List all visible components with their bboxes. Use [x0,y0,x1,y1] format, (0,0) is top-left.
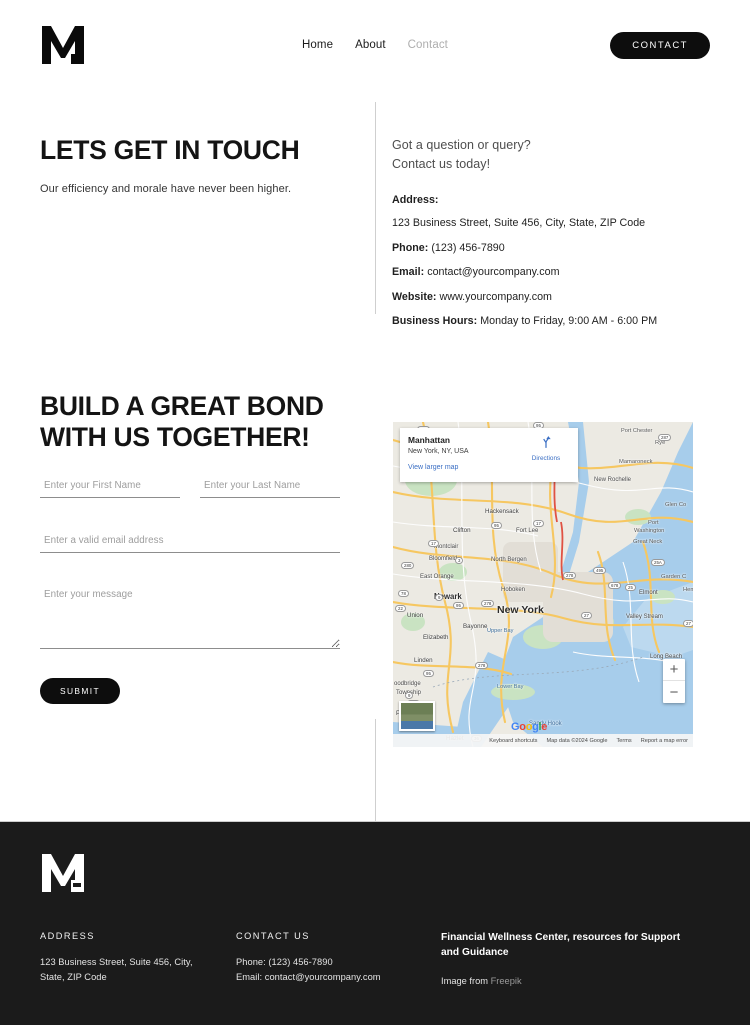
phone-label: Phone: [392,241,429,254]
hours-row: Business Hours: Monday to Friday, 9:00 A… [392,314,692,330]
page-root: Home About Contact CONTACT LETS GET IN T… [0,0,750,1025]
map-terms-link[interactable]: Terms [617,738,632,744]
last-name-field [200,475,340,498]
map-zoom-controls: + − [663,659,685,703]
map-data-credit: Map data ©2024 Google [546,737,608,744]
contact-info-block: Got a question or query? Contact us toda… [392,134,692,339]
map-report-error-link[interactable]: Report a map error [641,738,688,744]
contact-form: SUBMIT [40,475,340,704]
map-directions-label: Directions [531,455,561,462]
website-value[interactable]: www.yourcompany.com [440,291,552,303]
map-zoom-out-button[interactable]: − [663,681,685,703]
header-contact-button[interactable]: CONTACT [610,32,710,59]
directions-arrow-icon [543,436,551,448]
message-field [40,580,340,654]
google-letter-e: e [541,721,548,733]
contact-lead-line2: Contact us today! [392,157,491,172]
footer-columns: ADDRESS 123 Business Street, Suite 456, … [40,931,710,986]
map-directions-button[interactable]: Directions [523,435,569,462]
footer-tagline: Financial Wellness Center, resources for… [441,932,681,958]
email-field [40,530,340,553]
footer-address-heading: ADDRESS [40,931,95,941]
email-value[interactable]: contact@yourcompany.com [427,266,559,278]
contact-details-list: Address: 123 Business Street, Suite 456,… [392,193,692,330]
contact-lead-line1: Got a question or query? [392,138,531,152]
form-heading-line1: BUILD A GREAT BOND [40,390,324,421]
map-view-larger-link[interactable]: View larger map [408,464,570,471]
logo-m-icon [42,26,84,64]
primary-nav: Home About Contact [302,39,448,51]
hero-text-block: LETS GET IN TOUCH Our efficiency and mor… [40,134,370,339]
footer-address-column: ADDRESS 123 Business Street, Suite 456, … [40,931,236,986]
footer-credit-link[interactable]: Freepik [491,976,522,986]
last-name-input[interactable] [200,479,340,498]
nav-item-contact[interactable]: Contact [408,39,448,51]
contact-lead: Got a question or query? Contact us toda… [392,136,692,175]
phone-row: Phone: (123) 456-7890 [392,241,692,257]
footer-contact-heading: CONTACT US [236,931,310,941]
map-keyboard-shortcuts-link[interactable]: Keyboard shortcuts [489,738,537,744]
message-textarea[interactable] [40,580,340,649]
footer-tagline-column: Financial Wellness Center, resources for… [441,931,701,986]
first-name-field [40,475,180,498]
address-value-row: 123 Business Street, Suite 456, City, St… [392,216,692,232]
footer-contact-column: CONTACT US Phone: (123) 456-7890 Email: … [236,931,441,986]
phone-value[interactable]: (123) 456-7890 [431,242,504,254]
website-label: Website: [392,290,437,303]
hero-section: LETS GET IN TOUCH Our efficiency and mor… [0,90,750,339]
map-zoom-in-button[interactable]: + [663,659,685,681]
footer-address-line2: State, ZIP Code [40,971,107,982]
first-name-input[interactable] [40,479,180,498]
form-heading-line2: WITH US TOGETHER! [40,421,310,452]
footer-phone[interactable]: Phone: (123) 456-7890 [236,955,441,970]
nav-item-about[interactable]: About [355,39,386,51]
logo-header[interactable] [40,24,86,66]
name-row [40,475,340,498]
website-row: Website: www.yourcompany.com [392,290,692,306]
footer-address-text: 123 Business Street, Suite 456, City, St… [40,955,236,985]
address-value: 123 Business Street, Suite 456, City, St… [392,217,646,230]
form-block: BUILD A GREAT BOND WITH US TOGETHER! Ent… [40,391,370,704]
footer-address-line1: 123 Business Street, Suite 456, City, [40,957,193,967]
site-header: Home About Contact CONTACT [0,0,750,90]
address-label: Address: [392,193,439,206]
email-label: Email: [392,266,425,279]
submit-button[interactable]: SUBMIT [40,677,121,704]
email-row: Email: contact@yourcompany.com [392,265,692,281]
google-logo: Google [511,721,547,733]
page-title: LETS GET IN TOUCH [40,135,300,165]
logo-footer[interactable] [40,854,86,898]
vertical-divider-top [375,102,376,314]
email-input[interactable] [40,534,340,553]
address-label-row: Address: [392,193,692,209]
footer-credit-prefix: Image from [441,975,491,986]
logo-m-icon-footer [42,854,84,892]
hours-label: Business Hours: [392,315,478,328]
map-place-card[interactable]: Manhattan New York, NY, USA View larger … [400,428,578,482]
hero-subtitle: Our efficiency and morale have never bee… [40,182,292,195]
footer-image-credit: Image from Freepik [441,976,701,986]
site-footer: ADDRESS 123 Business Street, Suite 456, … [0,821,750,1025]
nav-item-home[interactable]: Home [302,39,333,51]
map-attribution-bar: Keyboard shortcuts Map data ©2024 Google… [393,734,693,747]
form-heading: BUILD A GREAT BOND WITH US TOGETHER! [40,391,370,453]
footer-contact-text: Phone: (123) 456-7890 Email: contact@you… [236,955,441,985]
footer-email[interactable]: Email: contact@yourcompany.com [236,970,441,985]
hours-value: Monday to Friday, 9:00 AM - 6:00 PM [480,315,658,328]
google-map[interactable]: Port ChesterRyeMamaroneckNew RochelleYon… [393,422,693,747]
street-view-thumbnail[interactable] [399,701,435,731]
